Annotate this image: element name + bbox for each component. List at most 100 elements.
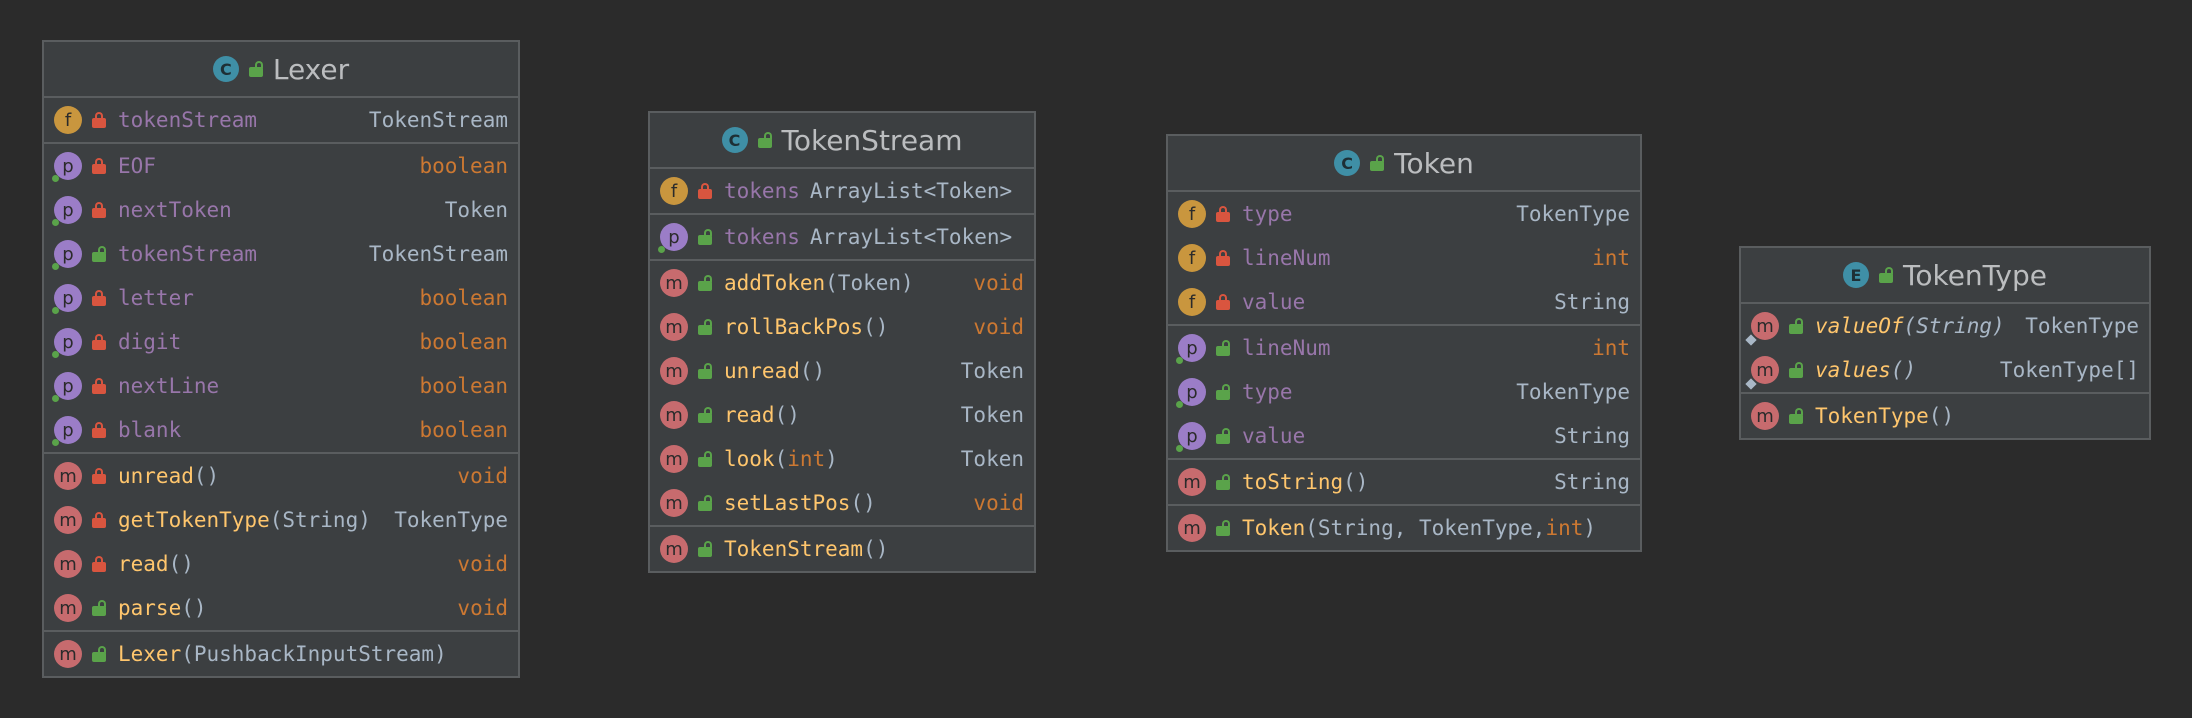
member-name: nextLine xyxy=(118,374,220,398)
member-name: values xyxy=(1815,358,1891,382)
public-lock-icon xyxy=(92,600,106,616)
member-row[interactable]: m Token (String, TokenType, int) xyxy=(1168,506,1640,550)
member-row[interactable]: m unread() Token xyxy=(650,349,1034,393)
class-name: TokenType xyxy=(1903,258,2047,292)
class-header[interactable]: C Token xyxy=(1168,136,1640,192)
member-row[interactable]: p type TokenType xyxy=(1168,370,1640,414)
member-name: TokenType xyxy=(1815,404,1929,428)
member-row[interactable]: f lineNum int xyxy=(1168,236,1640,280)
override-marker-icon xyxy=(52,395,59,402)
member-row[interactable]: p blank boolean xyxy=(44,408,518,452)
member-type: Token xyxy=(960,403,1024,427)
member-type: void xyxy=(973,491,1024,515)
member-row[interactable]: f type TokenType xyxy=(1168,192,1640,236)
member-row[interactable]: m toString() String xyxy=(1168,460,1640,504)
class-header[interactable]: E TokenType xyxy=(1741,248,2149,304)
member-params: () xyxy=(181,596,207,620)
class-box-lexer[interactable]: C Lexer f tokenStream TokenStream p EOF boolean… xyxy=(42,40,520,678)
member-row[interactable]: p value String xyxy=(1168,414,1640,458)
member-params: ) xyxy=(1583,516,1597,540)
member-row[interactable]: m parse() void xyxy=(44,586,518,630)
private-lock-icon xyxy=(92,158,106,174)
class-header[interactable]: C TokenStream xyxy=(650,113,1034,169)
method-icon: m xyxy=(1178,514,1206,542)
public-lock-icon xyxy=(92,646,106,662)
member-params: () xyxy=(863,537,889,561)
class-icon: C xyxy=(721,127,748,153)
member-row[interactable]: p tokens ArrayList<Token> xyxy=(650,215,1034,259)
member-row[interactable]: m values() TokenType[] xyxy=(1741,348,2149,392)
method-icon: m xyxy=(54,640,82,668)
member-row[interactable]: p nextToken Token xyxy=(44,188,518,232)
member-row[interactable]: m setLastPos() void xyxy=(650,481,1034,525)
member-section: p tokens ArrayList<Token> xyxy=(650,215,1034,261)
member-type: String xyxy=(1554,424,1630,448)
member-params: () xyxy=(1890,358,1917,382)
member-row[interactable]: m Lexer (PushbackInputStream) xyxy=(44,632,518,676)
member-row[interactable]: p lineNum int xyxy=(1168,326,1640,370)
member-name: Token xyxy=(1242,516,1306,540)
member-name: valueOf xyxy=(1815,314,1904,338)
property-icon: p xyxy=(1176,334,1206,364)
member-name: type xyxy=(1242,202,1293,226)
override-marker-icon xyxy=(52,219,59,226)
class-header[interactable]: C Lexer xyxy=(44,42,518,98)
member-params: (Token) xyxy=(825,271,914,295)
member-name: value xyxy=(1242,424,1306,448)
member-row[interactable]: m TokenType() xyxy=(1741,394,2149,438)
member-row[interactable]: m TokenStream() xyxy=(650,527,1034,571)
member-type: TokenType xyxy=(394,508,508,532)
member-name: addToken xyxy=(724,271,826,295)
member-section: m addToken (Token) void m rollBackPos() void m u… xyxy=(650,261,1034,527)
member-section: p EOF boolean p nextToken Token p tokenStream To… xyxy=(44,144,518,454)
static-marker-icon xyxy=(1745,378,1757,390)
member-params: ) xyxy=(825,447,838,471)
class-box-token[interactable]: C Token f type TokenType f lineNum int f value Str… xyxy=(1166,134,1642,552)
member-row[interactable]: p tokenStream TokenStream xyxy=(44,232,518,276)
public-lock-icon xyxy=(1216,520,1230,536)
member-row[interactable]: p letter boolean xyxy=(44,276,518,320)
member-row[interactable]: p nextLine boolean xyxy=(44,364,518,408)
public-lock-icon xyxy=(1370,155,1385,171)
class-box-tokentype[interactable]: E TokenType m valueOf (String) TokenType m valu… xyxy=(1739,246,2151,440)
member-row[interactable]: m addToken (Token) void xyxy=(650,261,1034,305)
field-icon: f xyxy=(1178,288,1206,316)
member-params: () xyxy=(774,403,800,427)
member-section: m TokenType() xyxy=(1741,394,2149,438)
member-row[interactable]: m look(int) Token xyxy=(650,437,1034,481)
member-row[interactable]: p EOF boolean xyxy=(44,144,518,188)
method-icon: m xyxy=(1745,312,1779,346)
member-row[interactable]: p digit boolean xyxy=(44,320,518,364)
public-lock-icon xyxy=(1216,428,1230,444)
member-row[interactable]: m getTokenType (String) TokenType xyxy=(44,498,518,542)
member-params: () xyxy=(799,359,826,383)
member-type: int xyxy=(1592,246,1630,270)
private-lock-icon xyxy=(698,183,712,199)
member-row[interactable]: f value String xyxy=(1168,280,1640,324)
member-row[interactable]: m unread() void xyxy=(44,454,518,498)
method-icon: m xyxy=(660,357,688,385)
method-icon: m xyxy=(1745,356,1779,390)
member-name: unread xyxy=(118,464,194,488)
member-name: digit xyxy=(118,330,182,354)
member-row[interactable]: m rollBackPos() void xyxy=(650,305,1034,349)
member-row[interactable]: m read() void xyxy=(44,542,518,586)
member-section: m toString() String xyxy=(1168,460,1640,506)
public-lock-icon xyxy=(1789,408,1803,424)
member-type: void xyxy=(973,315,1024,339)
member-name: tokens xyxy=(724,225,800,249)
property-icon: p xyxy=(52,240,82,270)
private-lock-icon xyxy=(92,334,106,350)
member-row[interactable]: f tokenStream TokenStream xyxy=(44,98,518,142)
member-section: f type TokenType f lineNum int f value String xyxy=(1168,192,1640,326)
method-icon: m xyxy=(660,313,688,341)
member-row[interactable]: m valueOf (String) TokenType xyxy=(1741,304,2149,348)
method-icon: m xyxy=(1751,402,1779,430)
member-params: (String) xyxy=(269,508,371,532)
override-marker-icon xyxy=(52,351,59,358)
public-lock-icon xyxy=(698,319,712,335)
class-box-tokenstream[interactable]: C TokenStream f tokens ArrayList<Token> p toke… xyxy=(648,111,1036,573)
member-row[interactable]: f tokens ArrayList<Token> xyxy=(650,169,1034,213)
member-row[interactable]: m read() Token xyxy=(650,393,1034,437)
member-params: (String, TokenType, xyxy=(1305,516,1546,540)
